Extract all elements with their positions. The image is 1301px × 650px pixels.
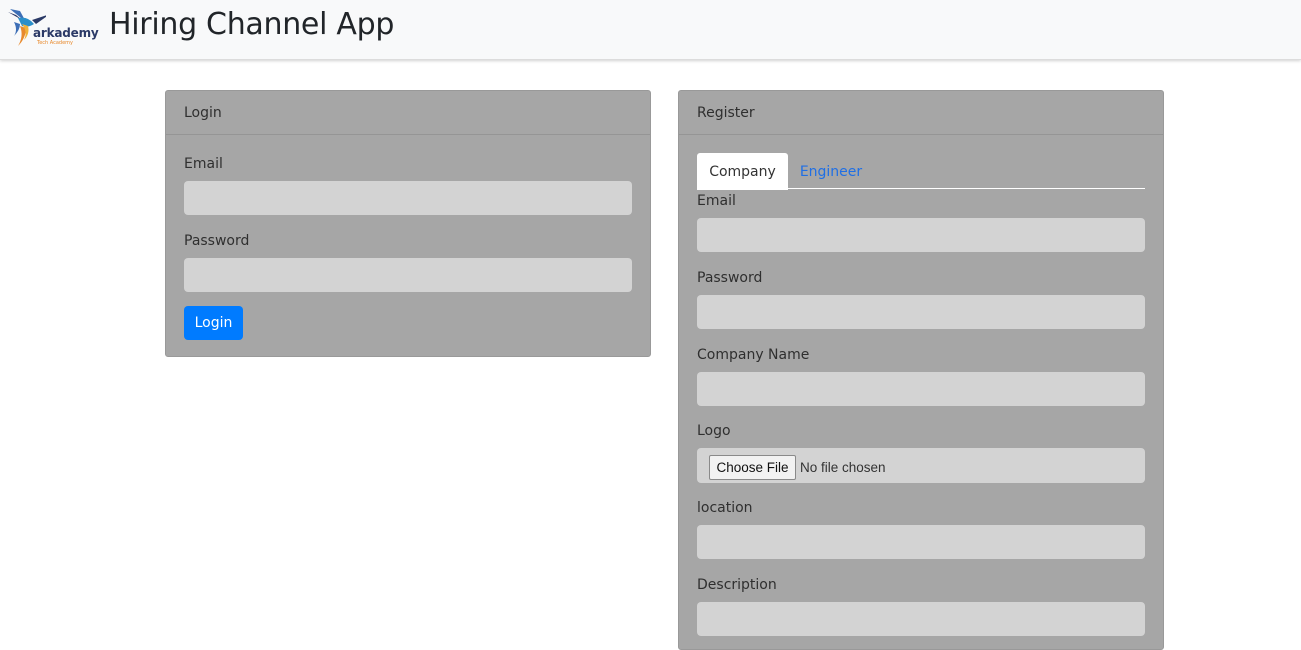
login-card: Login Email Password Login (165, 90, 651, 357)
app-title: Hiring Channel App (109, 7, 395, 42)
brand-logo[interactable]: arkademy Tech Academy (6, 6, 99, 50)
description-input[interactable] (697, 602, 1145, 636)
register-tabs: Company Engineer (697, 153, 1145, 190)
choose-file-button[interactable]: Choose File (709, 455, 796, 480)
login-password-label: Password (184, 233, 250, 249)
login-card-header: Login (166, 91, 650, 135)
brand-tagline: Tech Academy (37, 40, 74, 46)
top-navbar: arkademy Tech Academy Hiring Channel App (0, 0, 1301, 60)
company-name-label: Company Name (697, 347, 810, 363)
location-input[interactable] (697, 525, 1145, 559)
location-label: location (697, 500, 753, 516)
login-button[interactable]: Login (184, 306, 243, 340)
login-password-input[interactable] (184, 258, 632, 292)
tab-engineer[interactable]: Engineer (793, 153, 869, 190)
company-name-input[interactable] (697, 372, 1145, 406)
register-email-label: Email (697, 193, 736, 209)
file-status-text: No file chosen (800, 460, 886, 475)
login-email-input[interactable] (184, 181, 632, 215)
tab-company[interactable]: Company (697, 153, 788, 190)
brand-wordmark: arkademy (33, 26, 99, 40)
register-password-input[interactable] (697, 295, 1145, 329)
register-email-input[interactable] (697, 218, 1145, 252)
logo-file-input[interactable]: Choose File No file chosen (697, 448, 1145, 483)
logo-label: Logo (697, 423, 731, 439)
register-password-label: Password (697, 270, 763, 286)
description-label: Description (697, 577, 777, 593)
register-card-header: Register (679, 91, 1163, 135)
login-email-label: Email (184, 156, 223, 172)
register-card: Register Company Engineer Email Password… (678, 90, 1164, 650)
